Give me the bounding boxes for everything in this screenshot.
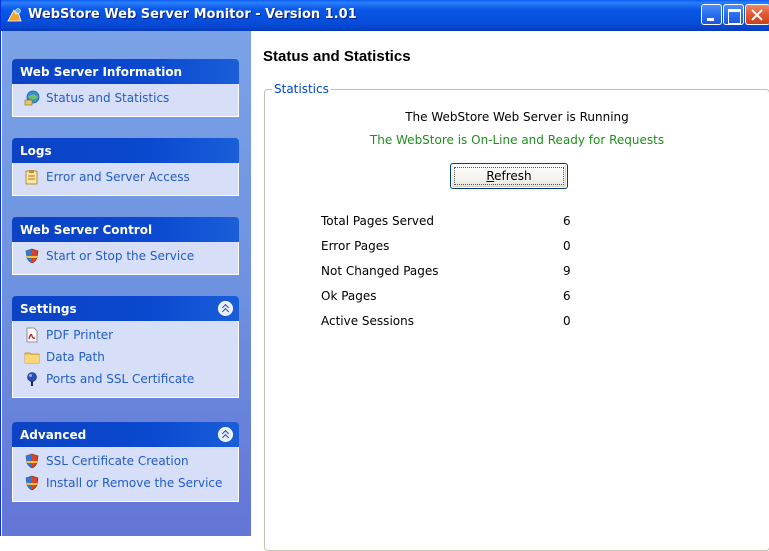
shield-icon bbox=[25, 453, 39, 469]
statistics-legend: Statistics bbox=[272, 82, 331, 96]
stat-label: Active Sessions bbox=[321, 314, 414, 328]
group-header[interactable]: Web Server Information bbox=[12, 59, 239, 84]
stat-value: 0 bbox=[563, 314, 571, 328]
online-status-text: The WebStore is On-Line and Ready for Re… bbox=[369, 133, 665, 147]
statistics-groupbox: Statistics The WebStore Web Server is Ru… bbox=[264, 82, 769, 551]
stat-label: Total Pages Served bbox=[321, 214, 434, 228]
group-header-label: Settings bbox=[20, 302, 77, 316]
main-content: Status and Statistics Statistics The Web… bbox=[251, 31, 769, 551]
stat-row-ok-pages: Ok Pages 6 bbox=[321, 289, 591, 307]
collapse-chevron-icon[interactable] bbox=[218, 427, 233, 442]
sidebar-item-install-or-remove-the-service[interactable]: Install or Remove the Service bbox=[13, 475, 238, 497]
sidebar-item-label: Install or Remove the Service bbox=[46, 476, 223, 490]
group-web-server-information: Web Server Information Status and Statis… bbox=[12, 59, 239, 117]
sidebar-item-pdf-printer[interactable]: PDF Printer bbox=[13, 327, 238, 349]
refresh-button-label: Refresh bbox=[486, 169, 531, 183]
stat-label: Not Changed Pages bbox=[321, 264, 439, 278]
group-header[interactable]: Settings bbox=[12, 296, 239, 321]
app-window: WebStore Web Server Monitor - Version 1.… bbox=[0, 0, 769, 551]
group-body: Error and Server Access bbox=[12, 163, 239, 196]
group-settings: Settings PDF Printer Data Path Ports and… bbox=[12, 296, 239, 398]
app-icon bbox=[7, 8, 22, 22]
refresh-label-rest: efresh bbox=[494, 169, 532, 183]
group-web-server-control: Web Server Control Start or Stop the Ser… bbox=[12, 217, 239, 275]
collapse-chevron-icon[interactable] bbox=[218, 301, 233, 316]
stat-label: Error Pages bbox=[321, 239, 390, 253]
sidebar-item-error-and-server-access[interactable]: Error and Server Access bbox=[13, 169, 238, 191]
sidebar-item-status-and-statistics[interactable]: Status and Statistics bbox=[13, 90, 238, 112]
group-header[interactable]: Advanced bbox=[12, 422, 239, 447]
sidebar-item-data-path[interactable]: Data Path bbox=[13, 349, 238, 371]
task-pane: Web Server Information Status and Statis… bbox=[2, 31, 251, 536]
maximize-button[interactable] bbox=[723, 4, 744, 25]
sidebar-item-ports-and-ssl-certificate[interactable]: Ports and SSL Certificate bbox=[13, 371, 238, 393]
shield-icon bbox=[25, 248, 39, 264]
sidebar-item-label: Status and Statistics bbox=[46, 91, 170, 105]
stat-row-total-pages-served: Total Pages Served 6 bbox=[321, 214, 591, 232]
window-title: WebStore Web Server Monitor - Version 1.… bbox=[28, 7, 357, 22]
clipboard-log-icon bbox=[25, 170, 38, 185]
group-logs: Logs Error and Server Access bbox=[12, 138, 239, 196]
refresh-button[interactable]: Refresh bbox=[450, 163, 568, 189]
sidebar-item-ssl-certificate-creation[interactable]: SSL Certificate Creation bbox=[13, 453, 238, 475]
stat-value: 9 bbox=[563, 264, 571, 278]
sidebar-item-label: Start or Stop the Service bbox=[46, 249, 195, 263]
stat-row-not-changed-pages: Not Changed Pages 9 bbox=[321, 264, 591, 282]
shield-icon bbox=[25, 475, 39, 491]
group-header[interactable]: Logs bbox=[12, 138, 239, 163]
title-bar[interactable]: WebStore Web Server Monitor - Version 1.… bbox=[1, 0, 769, 31]
stat-value: 6 bbox=[563, 289, 571, 303]
globe-network-icon bbox=[24, 90, 40, 106]
sidebar-item-label: Data Path bbox=[46, 350, 105, 364]
page-title: Status and Statistics bbox=[263, 48, 411, 65]
server-status-text: The WebStore Web Server is Running bbox=[405, 110, 629, 124]
sidebar-item-start-or-stop-the-service[interactable]: Start or Stop the Service bbox=[13, 248, 238, 270]
network-pin-icon bbox=[27, 372, 37, 386]
stat-label: Ok Pages bbox=[321, 289, 377, 303]
sidebar-item-label: PDF Printer bbox=[46, 328, 114, 342]
group-body: SSL Certificate Creation Install or Remo… bbox=[12, 447, 239, 502]
group-body: Status and Statistics bbox=[12, 84, 239, 117]
group-advanced: Advanced SSL Certificate Creation Instal… bbox=[12, 422, 239, 502]
stat-value: 6 bbox=[563, 214, 571, 228]
group-body: Start or Stop the Service bbox=[12, 242, 239, 275]
minimize-button[interactable] bbox=[701, 4, 722, 25]
stat-row-active-sessions: Active Sessions 0 bbox=[321, 314, 591, 332]
stat-row-error-pages: Error Pages 0 bbox=[321, 239, 591, 257]
sidebar-item-label: Error and Server Access bbox=[46, 170, 190, 184]
sidebar-item-label: SSL Certificate Creation bbox=[46, 454, 189, 468]
refresh-mnemonic: R bbox=[486, 169, 495, 183]
group-header[interactable]: Web Server Control bbox=[12, 217, 239, 242]
sidebar-item-label: Ports and SSL Certificate bbox=[46, 372, 195, 386]
group-body: PDF Printer Data Path Ports and SSL Cert… bbox=[12, 321, 239, 398]
stat-value: 0 bbox=[563, 239, 571, 253]
folder-icon bbox=[24, 352, 40, 364]
pdf-icon bbox=[26, 327, 38, 343]
close-button[interactable] bbox=[745, 4, 769, 25]
group-header-label: Advanced bbox=[20, 428, 87, 442]
